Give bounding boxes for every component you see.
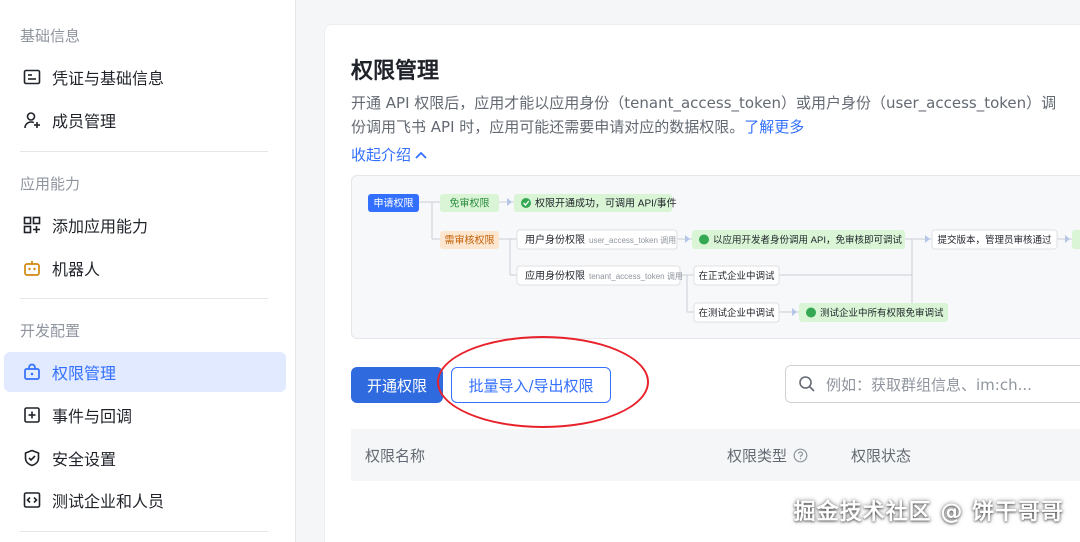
event-icon — [22, 405, 42, 425]
sidebar-divider — [20, 151, 268, 152]
sidebar-item-label: 添加应用能力 — [52, 217, 149, 236]
flow-test-debug: 在测试企业中调试 — [698, 307, 775, 319]
intro-line-2: 份调用飞书 API 时，应用可能还需要申请对应的数据权限。了解更多 — [351, 115, 1080, 139]
flow-success: 权限开通成功，可调用 API/事件 — [535, 197, 677, 210]
main-card: 权限管理 开通 API 权限后，应用才能以应用身份（tenant_access_… — [324, 24, 1080, 542]
sidebar-item-add-capability[interactable]: 添加应用能力 — [4, 205, 286, 245]
sidebar-item-permissions[interactable]: 权限管理 — [4, 352, 286, 392]
code-icon — [22, 490, 42, 510]
section-title-basic: 基础信息 — [20, 27, 81, 45]
flow-tenant-token: tenant_access_token 调用 — [589, 272, 683, 281]
section-title-dev-config: 开发配置 — [20, 322, 81, 340]
col-permission-type: 权限类型 — [727, 445, 808, 466]
sidebar-item-label: 机器人 — [52, 260, 101, 279]
flow-submit: 提交版本，管理员审核通过 — [937, 234, 1052, 246]
help-icon[interactable] — [793, 448, 808, 463]
col-permission-name: 权限名称 — [365, 446, 426, 465]
flow-app-perm: 应用身份权限 — [525, 269, 585, 282]
flow-test-free: 测试企业中所有权限免审调试 — [820, 307, 944, 319]
credential-icon — [22, 67, 42, 87]
sidebar-item-label: 安全设置 — [52, 450, 117, 469]
permission-search-input[interactable]: 例如：获取群组信息、im:ch... — [785, 365, 1080, 403]
sidebar-item-label: 凭证与基础信息 — [52, 69, 165, 88]
page-title: 权限管理 — [351, 59, 440, 84]
sidebar-item-credentials[interactable]: 凭证与基础信息 — [4, 57, 286, 97]
lock-box-icon — [22, 362, 42, 382]
batch-import-export-button[interactable]: 批量导入/导出权限 — [451, 367, 611, 403]
sidebar-item-robot[interactable]: 机器人 — [4, 248, 286, 288]
enable-permission-button[interactable]: 开通权限 — [351, 367, 443, 403]
sidebar-item-label: 权限管理 — [52, 364, 117, 383]
intro-description: 开通 API 权限后，应用才能以应用身份（tenant_access_token… — [351, 91, 1080, 139]
flow-dev-call: 以应用开发者身份调用 API，免审核即可调试 — [713, 234, 902, 246]
sidebar: 基础信息 凭证与基础信息 成员管理 应用能力 添加应用能力 机器人 开发配置 权… — [0, 0, 296, 542]
watermark: 掘金技术社区 @ 饼干哥哥 — [793, 500, 1064, 525]
intro-line-2-text: 份调用飞书 API 时，应用可能还需要申请对应的数据权限。 — [351, 118, 745, 136]
sidebar-divider — [20, 298, 268, 299]
intro-line-1: 开通 API 权限后，应用才能以应用身份（tenant_access_token… — [351, 94, 1057, 112]
sidebar-item-security[interactable]: 安全设置 — [4, 438, 286, 478]
permission-table-header: 权限名称 权限类型 权限状态 — [351, 429, 1080, 481]
flow-apply: 申请权限 — [374, 197, 414, 210]
collapse-label: 收起介绍 — [351, 146, 412, 164]
chevron-up-icon — [415, 151, 427, 159]
shield-icon — [22, 448, 42, 468]
flow-user-perm: 用户身份权限 — [525, 233, 585, 246]
permission-flow-diagram: 申请权限 免审权限 权限开通成功，可调用 API/事件 需审核权限 用户身份权限… — [351, 175, 1080, 339]
search-placeholder: 例如：获取群组信息、im:ch... — [826, 375, 1032, 394]
flow-user-token: user_access_token 调用 — [589, 236, 676, 245]
user-add-icon — [22, 110, 42, 130]
sidebar-item-label: 事件与回调 — [52, 407, 133, 426]
sidebar-item-events[interactable]: 事件与回调 — [4, 395, 286, 435]
grid-add-icon — [22, 215, 42, 235]
learn-more-link[interactable]: 了解更多 — [744, 118, 804, 136]
robot-icon — [22, 258, 42, 278]
col-permission-status: 权限状态 — [851, 446, 912, 465]
flow-need-review: 需审核权限 — [445, 234, 495, 247]
sidebar-item-test-enterprise[interactable]: 测试企业和人员 — [4, 480, 286, 520]
col-permission-type-label: 权限类型 — [727, 446, 788, 465]
sidebar-divider — [20, 531, 268, 532]
sidebar-item-members[interactable]: 成员管理 — [4, 100, 286, 140]
sidebar-item-label: 测试企业和人员 — [52, 492, 165, 511]
search-icon — [799, 376, 815, 392]
section-title-capabilities: 应用能力 — [20, 175, 81, 193]
flow-prod-debug: 在正式企业中调试 — [698, 270, 775, 282]
flow-no-review: 免审权限 — [450, 197, 490, 210]
collapse-intro-toggle[interactable]: 收起介绍 — [351, 144, 427, 165]
sidebar-item-label: 成员管理 — [52, 112, 117, 131]
